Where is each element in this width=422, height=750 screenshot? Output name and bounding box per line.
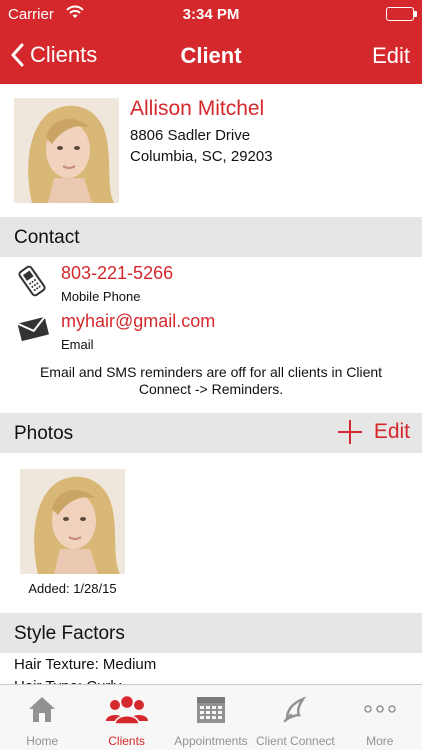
tab-client-connect[interactable]: Client Connect xyxy=(253,685,337,750)
tab-bar: Home Clients Appointments Client Connect… xyxy=(0,684,422,750)
photos-header-label: Photos xyxy=(14,423,74,444)
top-bar: Carrier 3:34 PM Clients Client Edit xyxy=(0,0,422,84)
client-connect-icon xyxy=(279,693,311,730)
photos-section-header: Photos Edit xyxy=(0,413,422,453)
email-row[interactable]: myhair@gmail.com Email xyxy=(0,311,422,357)
contact-section-header: Contact xyxy=(0,217,422,257)
clients-icon xyxy=(105,693,149,730)
photo-caption: Added: 1/28/15 xyxy=(28,581,117,596)
email-type-label: Email xyxy=(61,337,94,352)
tab-appointments[interactable]: Appointments xyxy=(169,685,253,750)
style-factors-header-label: Style Factors xyxy=(14,623,125,644)
tab-clients[interactable]: Clients xyxy=(84,685,168,750)
status-bar: Carrier 3:34 PM xyxy=(0,0,422,30)
more-icon xyxy=(362,693,398,730)
style-factors-section-header: Style Factors xyxy=(0,613,422,653)
chevron-left-icon xyxy=(11,43,24,67)
envelope-icon xyxy=(16,313,50,348)
status-time: 3:34 PM xyxy=(182,6,240,23)
tab-more[interactable]: More xyxy=(338,685,422,750)
add-photo-icon[interactable] xyxy=(337,420,362,444)
tab-label: More xyxy=(366,734,394,748)
battery-icon xyxy=(386,7,417,21)
client-profile: Allison Mitchel 8806 Sadler Drive Columb… xyxy=(0,84,422,217)
photos-edit-button[interactable]: Edit xyxy=(374,420,410,444)
tab-label: Client Connect xyxy=(256,734,335,748)
photo-thumbnail[interactable] xyxy=(20,469,125,574)
style-factor-item: Hair Texture: Medium xyxy=(14,656,157,673)
photos-actions: Edit xyxy=(337,420,410,444)
avatar[interactable] xyxy=(14,98,119,203)
reminders-notice: Email and SMS reminders are off for all … xyxy=(39,364,383,397)
tab-home[interactable]: Home xyxy=(0,685,84,750)
tab-label: Home xyxy=(26,734,59,748)
phone-row[interactable]: 803-221-5266 Mobile Phone xyxy=(0,263,422,309)
back-button[interactable]: Clients xyxy=(10,42,97,68)
phone-type-label: Mobile Phone xyxy=(61,289,141,304)
back-label: Clients xyxy=(30,42,98,67)
navigation-bar: Clients Client Edit xyxy=(0,30,422,84)
address-line-1: 8806 Sadler Drive xyxy=(130,127,251,144)
address-line-2: Columbia, SC, 29203 xyxy=(130,148,273,165)
home-icon xyxy=(26,693,58,730)
client-name: Allison Mitchel xyxy=(130,97,265,120)
tab-label: Appointments xyxy=(174,734,248,748)
phone-number-link[interactable]: 803-221-5266 xyxy=(61,263,173,284)
email-link[interactable]: myhair@gmail.com xyxy=(61,311,215,332)
contact-header-label: Contact xyxy=(14,227,80,248)
calendar-icon xyxy=(195,693,227,730)
edit-button[interactable]: Edit xyxy=(372,43,410,69)
tab-label: Clients xyxy=(108,734,145,748)
mobile-phone-icon xyxy=(16,265,48,302)
